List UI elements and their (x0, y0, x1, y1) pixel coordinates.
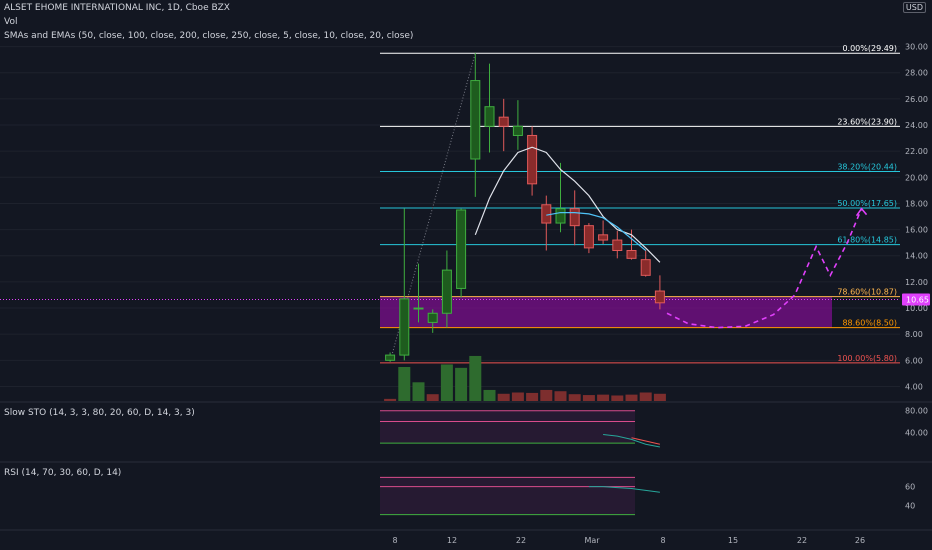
stoch-tick-label: 40.00 (905, 428, 928, 437)
price-tick-label: 28.00 (905, 69, 928, 78)
price-tick-label: 30.00 (905, 43, 928, 52)
fib-level-label: 0.00%(29.49) (842, 44, 897, 53)
price-tick-label: 16.00 (905, 226, 928, 235)
stoch-tick-label: 80.00 (905, 407, 928, 416)
candle-body (385, 354, 396, 361)
candle-body (654, 290, 665, 304)
candle-body (413, 307, 424, 310)
candle-body (626, 250, 637, 259)
fib-level-label: 100.00%(5.80) (837, 354, 897, 363)
price-tick-label: 26.00 (905, 95, 928, 104)
candle-body (612, 239, 623, 252)
volume-bar (582, 395, 595, 401)
candle-body (583, 225, 594, 249)
candle-body (441, 269, 452, 314)
price-tick-label: 12.00 (905, 278, 928, 287)
time-tick-label: 8 (392, 536, 397, 545)
candle-body (470, 80, 481, 160)
volume-bar (554, 391, 567, 401)
time-tick-label: 22 (516, 536, 526, 545)
volume-bar (611, 395, 624, 401)
volume-bar (469, 355, 482, 401)
time-tick-label: 12 (447, 536, 457, 545)
volume-bar (440, 364, 453, 401)
volume-bar (455, 367, 468, 401)
volume-bar (597, 394, 610, 401)
candle-body (399, 298, 410, 356)
rsi-tick-label: 60 (905, 483, 915, 492)
candle-body (555, 208, 566, 224)
volume-bar (384, 398, 397, 401)
volume-bar (511, 392, 524, 401)
time-tick-label: 22 (797, 536, 807, 545)
fib-level-label: 50.00%(17.65) (837, 199, 897, 208)
candle-body (527, 134, 538, 185)
volume-bar (568, 394, 581, 401)
price-tick-label: 20.00 (905, 173, 928, 182)
candle-body (640, 259, 651, 276)
time-tick-label: 8 (660, 536, 665, 545)
fib-level-label: 88.60%(8.50) (842, 319, 897, 328)
fib-level-label: 23.60%(23.90) (837, 117, 897, 126)
price-axis[interactable]: 4.006.008.0010.0012.0014.0016.0018.0020.… (905, 43, 928, 392)
fib-level-label: 78.60%(10.87) (837, 288, 897, 297)
volume-bar (625, 394, 638, 401)
stochastic-label[interactable]: Slow STO (14, 3, 3, 80, 20, 60, D, 14, 3… (4, 408, 195, 418)
price-grid (0, 46, 900, 387)
price-tick-label: 18.00 (905, 199, 928, 208)
volume-bar (412, 382, 425, 401)
price-tick-label: 4.00 (905, 382, 923, 391)
price-tick-label: 14.00 (905, 252, 928, 261)
candle-body (598, 234, 609, 241)
time-tick-label: 26 (855, 536, 865, 545)
volume-bar (653, 393, 666, 401)
candle-body (484, 106, 495, 127)
forecast-arrowhead (855, 207, 868, 217)
last-price-value: 10.65 (906, 296, 929, 305)
stoch-band-fill (380, 410, 635, 444)
rsi-label[interactable]: RSI (14, 70, 30, 60, D, 14) (4, 468, 121, 478)
rsi-tick-label: 40 (905, 501, 915, 510)
last-price-tag: 10.65 (902, 293, 930, 306)
volume-bar (398, 367, 411, 401)
time-tick-label: Mar (584, 536, 600, 545)
price-tick-label: 6.00 (905, 356, 923, 365)
candle-body (498, 116, 509, 127)
main-chart-svg[interactable]: 0.00%(29.49) 23.60%(23.90) 38.20%(20.44) 50… (0, 0, 932, 550)
candle-body (456, 209, 467, 289)
price-tick-label: 24.00 (905, 121, 928, 130)
rsi-pane: 40 60 (0, 461, 932, 516)
candle-body (541, 204, 552, 224)
candle-body (512, 125, 523, 136)
time-axis[interactable]: 8 12 22 Mar 8 15 22 26 (0, 529, 932, 545)
time-tick-label: 15 (728, 536, 738, 545)
rsi-band-fill (380, 477, 635, 515)
candle-body (427, 312, 438, 323)
price-tick-label: 8.00 (905, 330, 923, 339)
price-tick-label: 22.00 (905, 147, 928, 156)
volume-bar (540, 389, 553, 401)
volume-bar (497, 393, 510, 401)
volume-bar (483, 389, 496, 401)
fib-level-label: 38.20%(20.44) (837, 163, 897, 172)
candle-body (569, 208, 580, 227)
volume-bar (426, 394, 439, 401)
volume-bar (526, 392, 539, 401)
volume-bar (639, 392, 652, 401)
